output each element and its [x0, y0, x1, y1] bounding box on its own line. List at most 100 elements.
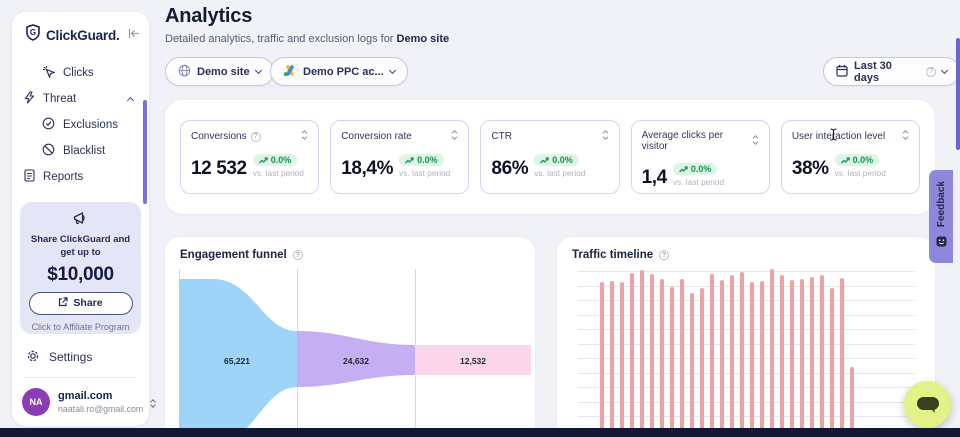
traffic-bar — [810, 277, 814, 437]
info-icon[interactable]: ? — [659, 250, 669, 260]
sidebar-nav: Clicks Threat Exclusions Blac — [12, 54, 149, 190]
affiliate-program-link[interactable]: Click to Affiliate Program — [26, 322, 135, 332]
sort-icon[interactable] — [301, 130, 308, 143]
funnel-stage-1-value: 65,221 — [224, 356, 250, 366]
traffic-bar — [640, 270, 644, 437]
traffic-timeline-chart — [578, 263, 915, 437]
traffic-bar — [700, 288, 704, 437]
app-logo-text: ClickGuard. — [46, 28, 123, 43]
gear-icon — [26, 349, 40, 366]
sidebar-item-reports[interactable]: Reports — [18, 164, 143, 190]
traffic-bar — [780, 275, 784, 437]
kpi-card-avg-clicks: Average clicks per visitor 1,4 0.0% vs. … — [631, 120, 770, 194]
traffic-bar — [720, 280, 724, 437]
external-link-icon — [58, 297, 68, 310]
blacklist-no-entry-icon — [42, 143, 55, 159]
collapse-sidebar-icon[interactable] — [128, 26, 141, 44]
gridline — [578, 373, 915, 374]
sort-icon[interactable] — [451, 130, 458, 143]
traffic-bar — [840, 278, 844, 437]
megaphone-icon — [72, 213, 89, 230]
logo-row: G ClickGuard. — [12, 12, 149, 54]
gridline — [578, 416, 915, 417]
sort-icon[interactable] — [902, 130, 909, 143]
traffic-bar — [600, 282, 604, 437]
kpi-card-user-interaction: User interaction level 38% 0.0% vs. last… — [781, 120, 920, 194]
kpi-value: 1,4 — [642, 168, 667, 187]
chevron-down-icon — [941, 67, 948, 74]
clickguard-analytics-app: G ClickGuard. Clicks Threat — [0, 0, 960, 437]
traffic-chart-title: Traffic timeline — [572, 249, 653, 261]
smiley-icon — [936, 234, 947, 252]
account-email: naatali.ro@gmail.com — [58, 404, 143, 414]
traffic-bar — [790, 280, 794, 437]
promo-amount: $10,000 — [26, 264, 135, 286]
chat-bubble-icon — [916, 396, 940, 414]
kpi-summary-panel: Conversions ? 12 532 0.0% vs. last perio… — [165, 100, 935, 214]
bottom-window-bar — [0, 428, 960, 437]
chevron-up-icon — [127, 96, 134, 103]
clickguard-shield-logo-icon: G — [25, 24, 41, 46]
share-button-label: Share — [73, 297, 102, 309]
calendar-icon — [836, 64, 848, 80]
feedback-tab[interactable]: Feedback — [929, 170, 953, 263]
ppc-account-dropdown[interactable]: Demo PPC ac... — [270, 57, 408, 86]
traffic-bar — [680, 279, 684, 437]
kpi-label: Conversion rate — [341, 131, 412, 142]
engagement-funnel-chart: 65,221 24,632 12,532 — [179, 265, 531, 437]
account-name: gmail.com — [58, 390, 143, 403]
traffic-bar — [630, 273, 634, 437]
sidebar-item-exclusions[interactable]: Exclusions — [18, 112, 143, 138]
traffic-bar — [770, 269, 774, 437]
kpi-vs-label: vs. last period — [534, 168, 585, 178]
account-info: gmail.com naatali.ro@gmail.com — [58, 390, 143, 413]
traffic-bar — [760, 281, 764, 437]
sidebar-item-blacklist[interactable]: Blacklist — [18, 138, 143, 164]
kpi-value: 18,4% — [341, 159, 393, 178]
traffic-bar — [750, 282, 754, 437]
sidebar-scrollbar[interactable] — [143, 100, 147, 204]
sidebar-item-label: Blacklist — [63, 145, 105, 157]
sort-icon[interactable] — [752, 135, 759, 148]
threat-bolt-icon — [24, 91, 35, 107]
kpi-delta-badge: 0.0% — [399, 154, 444, 166]
site-filter-value: Demo site — [197, 66, 250, 78]
kpi-label: User interaction level — [792, 131, 885, 142]
sort-icon[interactable] — [602, 130, 609, 143]
kpi-label: CTR — [491, 131, 512, 142]
page-scrollbar[interactable] — [956, 38, 960, 150]
traffic-bar — [620, 282, 624, 437]
page-subtitle: Detailed analytics, traffic and exclusio… — [165, 33, 449, 45]
share-button[interactable]: Share — [29, 292, 133, 315]
globe-icon — [178, 64, 191, 80]
info-icon: ? — [926, 67, 936, 77]
site-filter-dropdown[interactable]: Demo site — [165, 57, 274, 86]
info-icon[interactable]: ? — [251, 132, 261, 142]
info-icon[interactable]: ? — [293, 250, 303, 260]
traffic-timeline-card: Traffic timeline ? — [557, 237, 935, 437]
kpi-label: Conversions — [191, 131, 247, 142]
kpi-value: 38% — [792, 159, 829, 178]
traffic-bar — [650, 274, 654, 437]
feedback-label: Feedback — [936, 181, 947, 227]
account-updown-icon — [151, 398, 157, 407]
kpi-value: 86% — [491, 159, 528, 178]
gridline — [578, 329, 915, 330]
settings-label: Settings — [49, 350, 92, 364]
traffic-bar — [820, 275, 824, 437]
gridline — [578, 315, 915, 316]
account-switcher[interactable]: NA gmail.com naatali.ro@gmail.com — [22, 388, 143, 416]
sidebar-item-clicks[interactable]: Clicks — [18, 60, 143, 86]
exclusions-check-circle-icon — [42, 117, 55, 133]
kpi-vs-label: vs. last period — [673, 177, 724, 187]
sidebar-item-settings[interactable]: Settings — [26, 346, 149, 368]
traffic-bar — [690, 293, 694, 437]
date-range-dropdown[interactable]: Last 30 days ? — [823, 57, 960, 86]
kpi-card-conversion-rate: Conversion rate 18,4% 0.0% vs. last peri… — [330, 120, 469, 194]
page-title: Analytics — [165, 5, 252, 28]
affiliate-promo-card[interactable]: Share ClickGuard and get up to $10,000 S… — [20, 202, 141, 334]
sidebar-item-threat[interactable]: Threat — [18, 86, 143, 112]
chat-widget-button[interactable] — [904, 381, 951, 428]
avatar: NA — [22, 388, 50, 416]
sidebar: G ClickGuard. Clicks Threat — [12, 12, 149, 426]
